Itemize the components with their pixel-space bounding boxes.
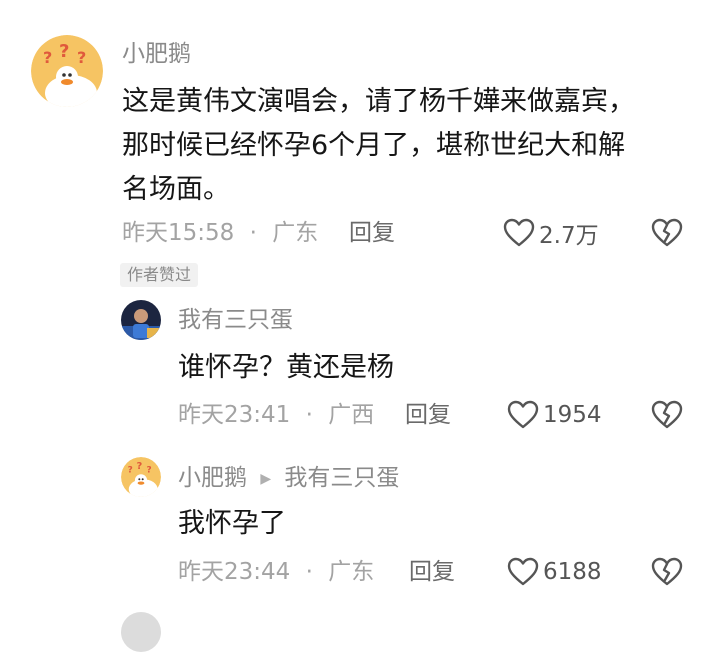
reply-location: 广西	[328, 402, 375, 428]
dislike-button[interactable]	[651, 400, 683, 434]
comment-text-line-2: 那时候已经怀孕6个月了，堪称世纪大和解	[122, 130, 626, 161]
like-count: 1954	[543, 402, 602, 428]
reply-meta: 昨天23:41 · 广西	[178, 401, 374, 429]
meta-separator: ·	[305, 402, 313, 428]
author-liked-tag: 作者赞过	[120, 263, 199, 287]
comment-time: 昨天15:58	[122, 220, 235, 246]
reply-meta: 昨天23:44 · 广东	[178, 558, 374, 586]
reply-location: 广东	[328, 559, 375, 585]
like-count: 2.7万	[539, 223, 599, 249]
meta-separator: ·	[249, 220, 257, 246]
avatar[interactable]: ? ? ?	[121, 457, 161, 497]
comment-meta: 昨天15:58 · 广东	[122, 219, 318, 247]
dislike-button[interactable]	[651, 218, 683, 252]
comment-author[interactable]: 小肥鹅	[122, 40, 191, 68]
broken-heart-icon	[651, 557, 683, 586]
svg-text:?: ?	[77, 48, 86, 67]
reply-button[interactable]: 回复	[405, 401, 451, 429]
reply-author[interactable]: 小肥鹅	[178, 465, 247, 491]
comment-location: 广东	[272, 220, 319, 246]
svg-text:?: ?	[128, 466, 133, 476]
like-button[interactable]: 1954	[507, 398, 602, 432]
user-photo-avatar-icon	[121, 300, 161, 340]
like-button[interactable]: 6188	[507, 555, 602, 589]
comment-text-line-3: 名场面。	[122, 174, 230, 205]
avatar[interactable]: ? ? ?	[31, 35, 103, 107]
reply-time: 昨天23:44	[178, 559, 291, 585]
goose-avatar-icon: ? ? ?	[31, 35, 103, 107]
comment-text-line-1: 这是黄伟文演唱会，请了杨千嬅来做嘉宾，	[122, 86, 635, 117]
svg-text:?: ?	[59, 41, 69, 62]
heart-outline-icon	[507, 400, 539, 429]
goose-avatar-icon: ? ? ?	[121, 457, 161, 497]
triangle-right-icon: ▶	[260, 471, 272, 487]
meta-separator: ·	[305, 559, 313, 585]
reply-time: 昨天23:41	[178, 402, 291, 428]
avatar[interactable]	[121, 300, 161, 340]
svg-text:?: ?	[43, 48, 52, 67]
avatar[interactable]	[121, 612, 161, 652]
reply-button[interactable]: 回复	[349, 219, 395, 247]
reply-text: 谁怀孕？黄还是杨	[178, 352, 394, 383]
like-count: 6188	[543, 559, 602, 585]
svg-text:?: ?	[147, 466, 152, 476]
heart-outline-icon	[503, 218, 535, 247]
broken-heart-icon	[651, 218, 683, 247]
svg-text:?: ?	[137, 461, 143, 472]
heart-outline-icon	[507, 557, 539, 586]
reply-author-line: 小肥鹅 ▶ 我有三只蛋	[178, 464, 399, 493]
reply-to-user[interactable]: 我有三只蛋	[284, 465, 399, 491]
reply-text: 我怀孕了	[178, 508, 286, 539]
reply-button[interactable]: 回复	[409, 558, 455, 586]
like-button[interactable]: 2.7万	[503, 216, 599, 250]
broken-heart-icon	[651, 400, 683, 429]
reply-author[interactable]: 我有三只蛋	[178, 306, 293, 334]
dislike-button[interactable]	[651, 557, 683, 591]
